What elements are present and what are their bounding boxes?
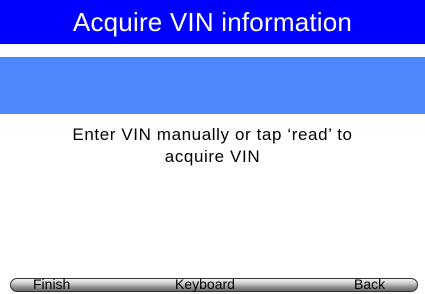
vin-input[interactable] [0, 57, 425, 114]
instructions-line-1: Enter VIN manually or tap ‘read’ to [72, 125, 353, 144]
finish-button[interactable]: Finish [33, 276, 70, 292]
instructions-text: Enter VIN manually or tap ‘read’ to acqu… [0, 124, 425, 168]
page-title: Acquire VIN information [72, 6, 353, 37]
instructions-line-2: acquire VIN [164, 147, 261, 166]
keyboard-button[interactable]: Keyboard [175, 276, 235, 292]
title-bar: Acquire VIN information [0, 0, 425, 44]
back-button[interactable]: Back [354, 276, 385, 292]
bottom-toolbar: Finish Keyboard Back [10, 276, 418, 292]
